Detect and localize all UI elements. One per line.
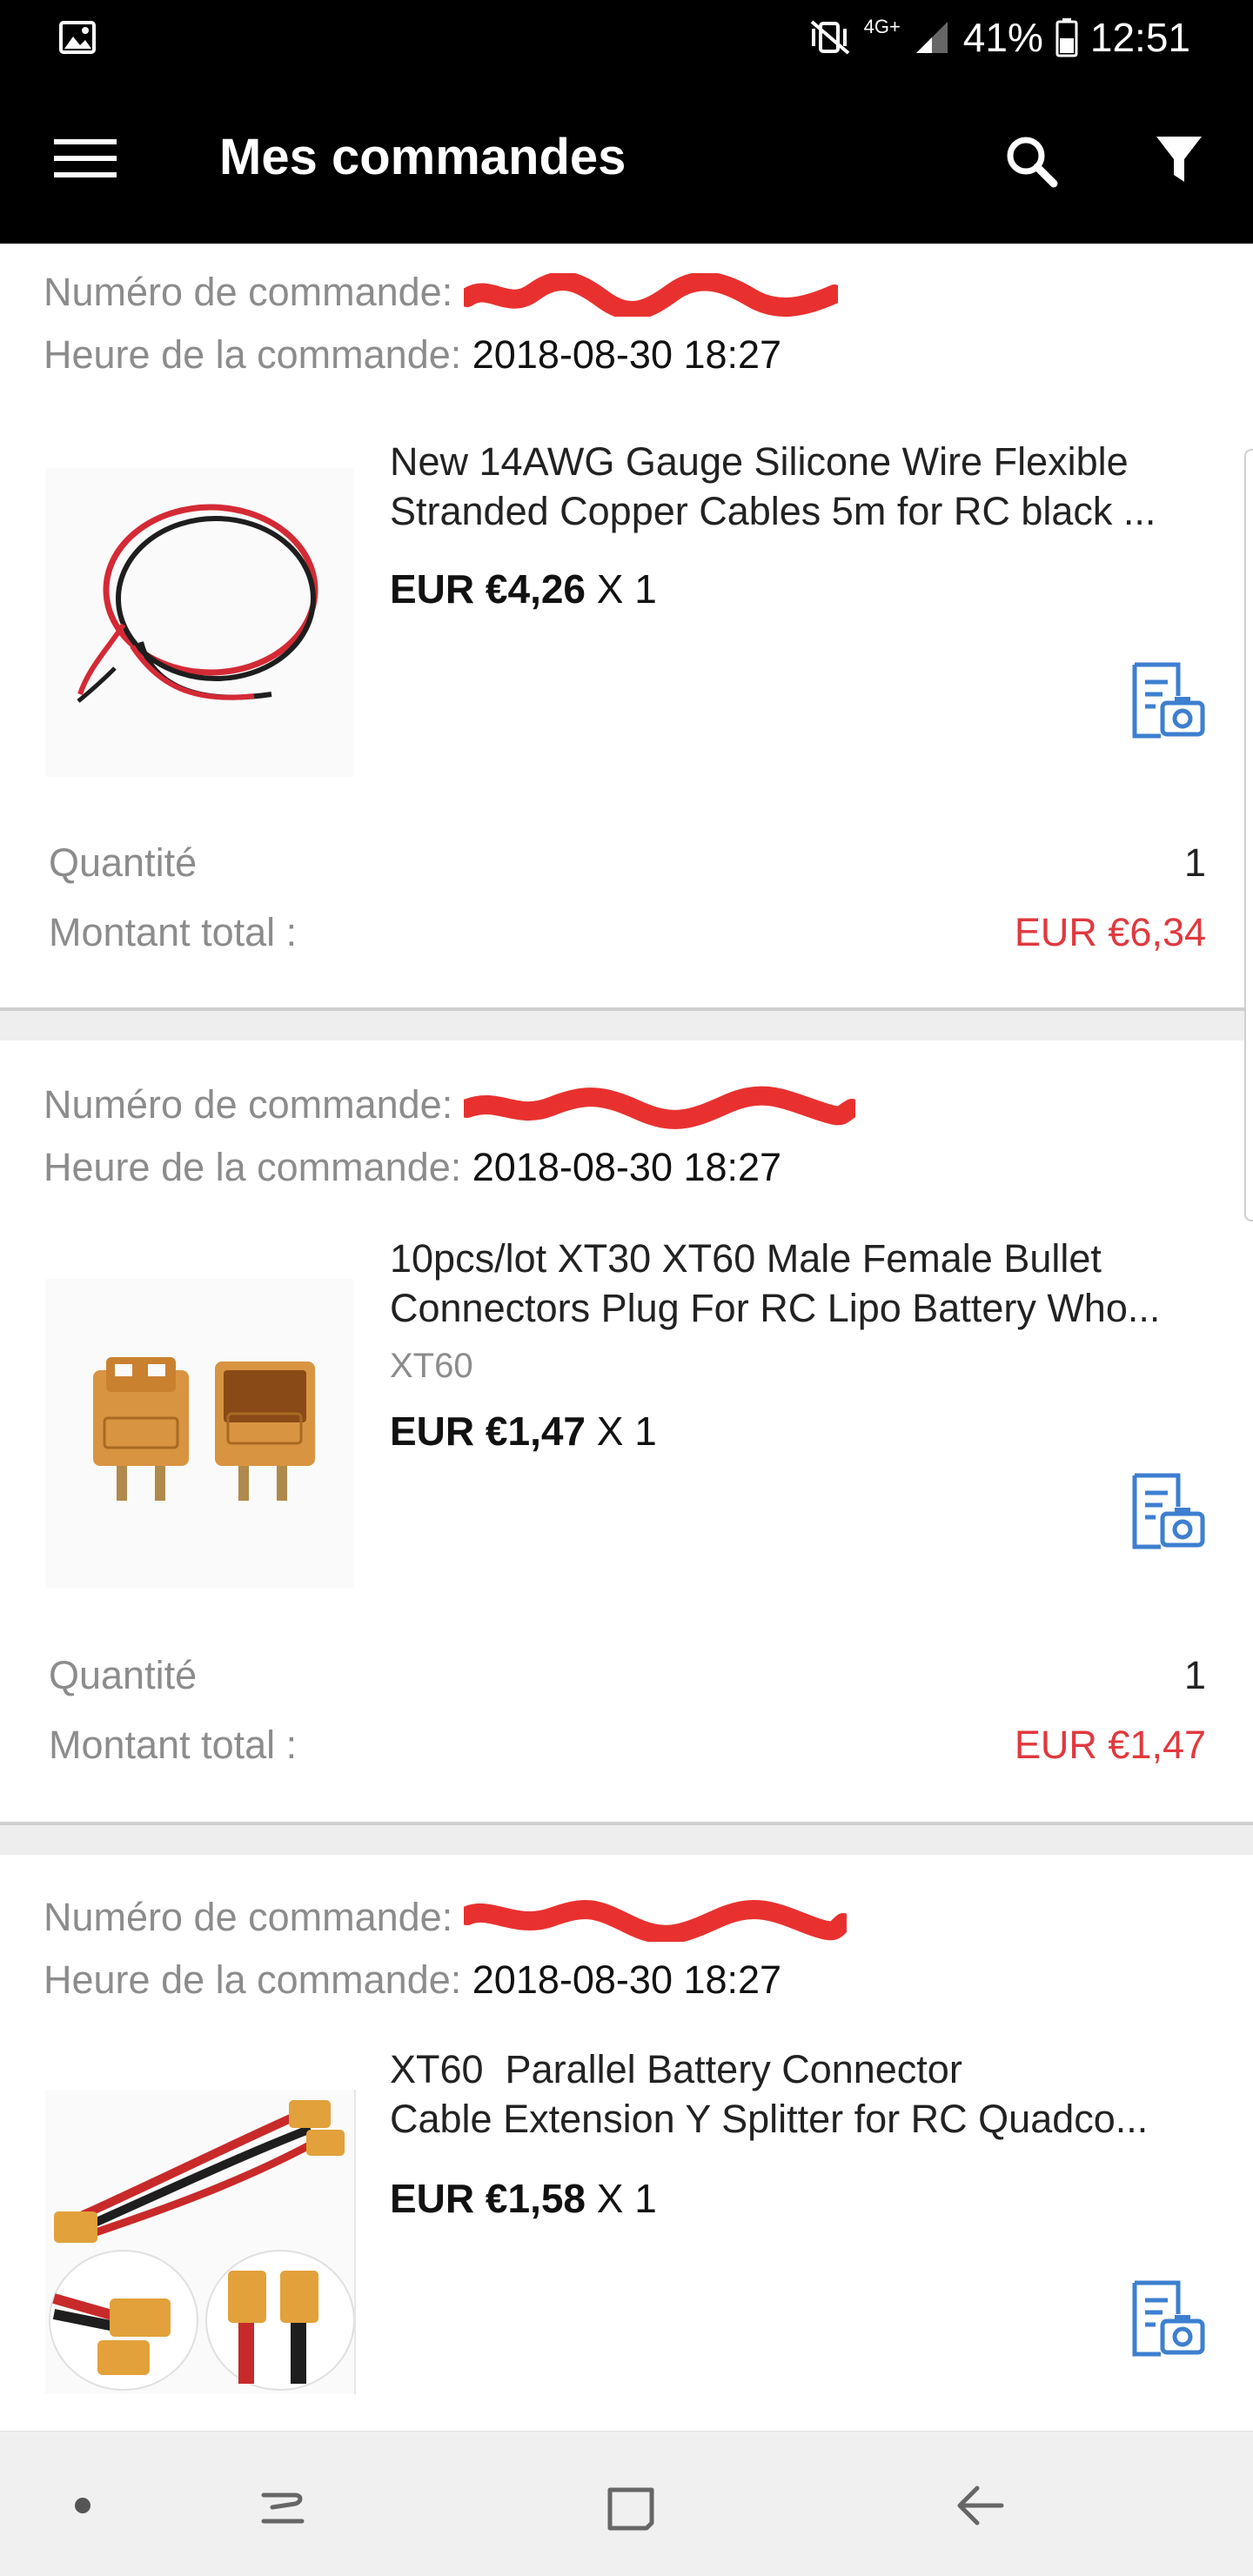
order-card[interactable]: Numéro de commande: Heure de la commande… — [0, 1040, 1253, 1820]
invoice-camera-icon — [1132, 1473, 1205, 1549]
unit-price: EUR €1,58 — [390, 2176, 586, 2221]
product-thumbnail[interactable] — [45, 1279, 354, 1588]
order-time-value: 2018-08-30 18:27 — [472, 1145, 782, 1189]
product-title-line: Cable Extension Y Splitter for RC Quadco… — [390, 2097, 1149, 2141]
order-time-label: Heure de la commande: — [44, 1145, 462, 1189]
product-thumbnail[interactable] — [45, 468, 354, 777]
price-row: EUR €1,58 X 1 — [390, 2175, 657, 2222]
nav-dot-button[interactable] — [44, 2466, 122, 2545]
recents-icon — [261, 2492, 305, 2524]
filter-button[interactable] — [1140, 122, 1218, 200]
order-time-value: 2018-08-30 18:27 — [472, 332, 782, 377]
menu-button[interactable] — [42, 124, 129, 193]
quantity-multiplier: X 1 — [596, 2176, 657, 2221]
search-button[interactable] — [992, 122, 1070, 200]
product-title-line: XT60 Parallel Battery Connector — [390, 2047, 962, 2091]
product-thumbnail[interactable] — [45, 2090, 356, 2394]
product-variant: XT60 — [390, 1347, 473, 1385]
status-indicators: 4G+ 41% 12:51 — [808, 12, 1190, 63]
total-row: Montant total : EUR €1,47 — [49, 1719, 1206, 1771]
invoice-camera-icon — [1132, 2280, 1205, 2357]
order-time-row: Heure de la commande: 2018-08-30 18:27 — [44, 1954, 781, 2006]
product-title-line: New 14AWG Gauge Silicone Wire Flexible — [390, 439, 1129, 484]
invoice-camera-icon — [1132, 662, 1205, 739]
product-title[interactable]: XT60 Parallel Battery Connector Cable Ex… — [390, 2044, 1208, 2144]
order-time-row: Heure de la commande: 2018-08-30 18:27 — [44, 329, 781, 381]
order-time-row: Heure de la commande: 2018-08-30 18:27 — [44, 1141, 781, 1194]
product-title-line: Connectors Plug For RC Lipo Battery Who.… — [390, 1286, 1161, 1330]
order-time-value: 2018-08-30 18:27 — [472, 1957, 782, 2002]
app-bar: Mes commandes — [0, 75, 1253, 244]
dot-icon — [75, 2498, 90, 2513]
order-number-redacted — [463, 1898, 847, 1943]
price-row: EUR €1,47 X 1 — [390, 1408, 657, 1455]
total-amount: EUR €6,34 — [1014, 910, 1206, 954]
filter-icon — [1156, 137, 1202, 182]
product-title[interactable]: New 14AWG Gauge Silicone Wire Flexible S… — [390, 437, 1208, 536]
order-number-label: Numéro de commande: — [44, 1082, 453, 1127]
unit-price: EUR €4,26 — [390, 566, 586, 612]
order-number-label: Numéro de commande: — [44, 1895, 453, 1939]
battery-icon — [1055, 18, 1078, 57]
total-label: Montant total : — [49, 910, 298, 954]
order-card[interactable]: Numéro de commande: Heure de la commande… — [0, 244, 1253, 1009]
home-icon — [607, 2487, 654, 2531]
quantity-row: Quantité 1 — [49, 837, 1206, 889]
quantity-label: Quantité — [49, 840, 198, 885]
total-label: Montant total : — [49, 1723, 298, 1767]
order-divider — [0, 1822, 1253, 1855]
order-number-redacted — [463, 273, 838, 318]
hamburger-menu-icon — [54, 139, 117, 177]
order-number-row: Numéro de commande: — [44, 266, 838, 318]
vibrate-mute-icon — [810, 20, 849, 55]
quantity-multiplier: X 1 — [596, 1408, 657, 1454]
quantity-multiplier: X 1 — [596, 566, 657, 612]
total-row: Montant total : EUR €6,34 — [49, 907, 1206, 959]
home-button[interactable] — [592, 2466, 670, 2545]
signal-icon — [915, 22, 948, 53]
order-divider — [0, 1007, 1253, 1040]
total-amount: EUR €1,47 — [1014, 1723, 1206, 1767]
price-row: EUR €4,26 X 1 — [390, 565, 657, 612]
order-number-row: Numéro de commande: — [44, 1079, 855, 1131]
quantity-label: Quantité — [49, 1653, 198, 1697]
order-time-label: Heure de la commande: — [44, 332, 462, 377]
order-number-label: Numéro de commande: — [44, 270, 453, 314]
search-icon — [1007, 137, 1058, 188]
quantity-value: 1 — [1183, 1653, 1206, 1697]
network-type: 4G+ — [863, 16, 901, 37]
orders-list[interactable]: Numéro de commande: Heure de la commande… — [0, 244, 1253, 2431]
recents-button[interactable] — [244, 2466, 322, 2545]
unit-price: EUR €1,47 — [390, 1408, 586, 1454]
back-button[interactable] — [940, 2466, 1018, 2545]
invoice-button[interactable] — [1128, 2279, 1206, 2358]
product-title[interactable]: 10pcs/lot XT30 XT60 Male Female Bullet C… — [390, 1234, 1208, 1333]
back-icon — [957, 2486, 1004, 2526]
order-card[interactable]: Numéro de commande: Heure de la commande… — [0, 1855, 1253, 2431]
clock: 12:51 — [1089, 15, 1190, 60]
product-title-line: Stranded Copper Cables 5m for RC black .… — [390, 489, 1156, 533]
order-number-row: Numéro de commande: — [44, 1891, 847, 1944]
gallery-notification-icon — [59, 21, 96, 54]
invoice-button[interactable] — [1128, 661, 1206, 739]
order-number-redacted — [463, 1086, 855, 1129]
battery-percent: 41% — [962, 15, 1043, 60]
invoice-button[interactable] — [1128, 1472, 1206, 1550]
order-time-label: Heure de la commande: — [44, 1957, 462, 2002]
quantity-value: 1 — [1183, 840, 1206, 885]
status-bar: 4G+ 41% 12:51 — [0, 0, 1253, 75]
page-title: Mes commandes — [219, 129, 626, 185]
system-nav-bar — [0, 2431, 1253, 2576]
scrollbar[interactable] — [1244, 449, 1253, 1221]
quantity-row: Quantité 1 — [49, 1649, 1206, 1702]
product-title-line: 10pcs/lot XT30 XT60 Male Female Bullet — [390, 1236, 1102, 1281]
